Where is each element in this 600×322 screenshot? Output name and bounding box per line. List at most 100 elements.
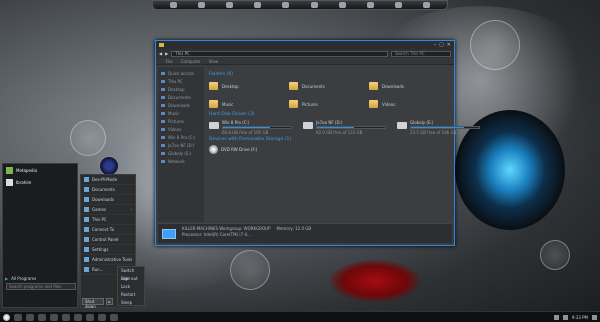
folder-label: Videos xyxy=(382,101,396,107)
folder-item[interactable]: Downloads xyxy=(369,80,449,92)
removable-header[interactable]: Devices with Removable Storage (1) xyxy=(209,137,449,142)
back-arrow-icon[interactable]: ◀ xyxy=(159,51,162,56)
folder-item[interactable]: Pictures xyxy=(289,98,369,110)
maximize-icon[interactable]: ▢ xyxy=(439,42,444,48)
start-search-input[interactable]: Search programs and files xyxy=(6,283,76,290)
show-desktop-icon[interactable] xyxy=(592,314,597,320)
dvd-drive-item[interactable]: DVD RW Drive (F:) xyxy=(209,145,449,154)
flyout-item[interactable]: Lock xyxy=(118,283,144,291)
nav-item[interactable]: Globaly (E:) xyxy=(160,150,202,158)
drives-grid: Win 8 Pro (C:) 60.8 GB free of 195 GB Ja… xyxy=(209,120,480,135)
start-right-item[interactable]: This PC xyxy=(81,215,135,225)
pinned-item[interactable]: Ibrahim xyxy=(3,176,77,188)
minimize-icon[interactable]: – xyxy=(434,42,437,48)
drive-usage-fill xyxy=(411,127,465,128)
start-right-item[interactable]: Games › xyxy=(81,205,135,215)
folder-item[interactable]: Documents xyxy=(289,80,369,92)
title-bar[interactable]: – ▢ ✕ xyxy=(156,41,454,49)
flyout-item[interactable]: Restart xyxy=(118,291,144,299)
nav-item[interactable]: Pictures xyxy=(160,118,202,126)
start-right-item[interactable]: Connect To xyxy=(81,225,135,235)
start-right-item[interactable]: Control Panel xyxy=(81,235,135,245)
folders-header[interactable]: Folders (6) xyxy=(209,72,449,77)
network-icon[interactable] xyxy=(553,314,559,320)
taskbar-app-icon[interactable] xyxy=(74,313,82,321)
nav-item[interactable]: Videos xyxy=(160,126,202,134)
taskbar-app-icon[interactable] xyxy=(50,313,58,321)
dock-icon[interactable] xyxy=(197,2,205,8)
search-input[interactable]: Search This PC xyxy=(391,50,451,57)
item-label: Dev-M-Mode xyxy=(92,177,118,182)
start-right-item[interactable]: Dev-M-Mode xyxy=(81,175,135,185)
taskbar-app-icon[interactable] xyxy=(86,313,94,321)
avatar[interactable] xyxy=(99,156,119,176)
wallpaper-bokeh xyxy=(470,20,520,70)
folder-item[interactable]: Videos xyxy=(369,98,449,110)
taskbar-app-icon[interactable] xyxy=(98,313,106,321)
drive-free: 60.0 GB free of 133 GB xyxy=(316,130,363,135)
dock-icon[interactable] xyxy=(282,2,290,8)
drive-free: 23.5 GB free of 106 GB xyxy=(410,130,457,135)
address-bar[interactable]: This PC xyxy=(171,50,388,57)
volume-icon[interactable] xyxy=(562,314,568,320)
flyout-item[interactable]: Sign out xyxy=(118,275,144,283)
taskbar-app-icon[interactable] xyxy=(14,313,22,321)
drive-item[interactable]: Ja7oo NF (D:) 60.0 GB free of 133 GB xyxy=(303,120,393,135)
dock-icon[interactable] xyxy=(310,2,318,8)
start-right-item[interactable]: Administrative Tools xyxy=(81,255,135,265)
start-right-item[interactable]: Settings xyxy=(81,245,135,255)
taskbar-app-icon[interactable] xyxy=(62,313,70,321)
wallpaper-bokeh xyxy=(540,240,570,270)
address-bar-row: ◀ ▶ This PC Search This PC xyxy=(156,49,454,58)
pinned-label: Metapedia xyxy=(16,167,38,173)
nav-item[interactable]: Ja7oo NF (D:) xyxy=(160,142,202,150)
item-label: Control Panel xyxy=(92,237,119,242)
nav-item[interactable]: Music xyxy=(160,110,202,118)
item-icon xyxy=(84,257,89,262)
folder-item[interactable]: Desktop xyxy=(209,80,289,92)
dock-icon[interactable] xyxy=(338,2,346,8)
close-icon[interactable]: ✕ xyxy=(447,42,451,48)
nav-item[interactable]: Win 8 Pro (C:) xyxy=(160,134,202,142)
start-button[interactable] xyxy=(3,313,10,321)
taskbar-app-icon[interactable] xyxy=(110,313,118,321)
nav-item[interactable]: Documents xyxy=(160,94,202,102)
pinned-item[interactable]: Metapedia xyxy=(3,164,77,176)
nav-item[interactable]: Desktop xyxy=(160,86,202,94)
item-label: This PC xyxy=(92,217,107,222)
nav-item[interactable]: Quick access xyxy=(160,70,202,78)
nav-item[interactable]: This PC xyxy=(160,78,202,86)
folder-icon xyxy=(369,100,378,108)
power-options-arrow-icon[interactable]: ▸ xyxy=(106,298,113,305)
taskbar: 9:33 PM xyxy=(0,311,600,322)
item-label: Games xyxy=(92,207,106,212)
ribbon-tab-file[interactable]: File xyxy=(166,59,173,64)
drive-item[interactable]: Globaly (E:) 23.5 GB free of 106 GB xyxy=(397,120,487,135)
start-menu-left: Metapedia Ibrahim ▶ All Programs Search … xyxy=(2,163,78,308)
wallpaper-blood xyxy=(330,260,420,302)
nav-item[interactable]: Network xyxy=(160,158,202,166)
nav-item[interactable]: Downloads xyxy=(160,102,202,110)
dock-icon[interactable] xyxy=(366,2,374,8)
ribbon-tab-view[interactable]: View xyxy=(209,59,219,64)
dock-icon[interactable] xyxy=(169,2,177,8)
dock-icon[interactable] xyxy=(395,2,403,8)
all-programs[interactable]: ▶ All Programs xyxy=(5,276,36,281)
ribbon-tab-computer[interactable]: Computer xyxy=(181,59,201,64)
flyout-item[interactable]: Sleep xyxy=(118,299,144,307)
dock-icon[interactable] xyxy=(254,2,262,8)
start-right-item[interactable]: Downloads xyxy=(81,195,135,205)
flyout-item[interactable]: Switch user xyxy=(118,267,144,281)
forward-arrow-icon[interactable]: ▶ xyxy=(165,51,168,56)
start-right-item[interactable]: Documents xyxy=(81,185,135,195)
drives-header[interactable]: Hard Disk Drives (3) xyxy=(209,112,449,117)
drive-item[interactable]: Win 8 Pro (C:) 60.8 GB free of 195 GB xyxy=(209,120,299,135)
folder-item[interactable]: Music xyxy=(209,98,289,110)
taskbar-app-icon[interactable] xyxy=(38,313,46,321)
clock[interactable]: 9:33 PM xyxy=(572,315,588,320)
shutdown-button[interactable]: Shut down xyxy=(82,298,104,309)
ribbon: File Computer View xyxy=(156,58,454,65)
taskbar-app-icon[interactable] xyxy=(26,313,34,321)
dock-icon[interactable] xyxy=(423,2,431,8)
dock-icon[interactable] xyxy=(225,2,233,8)
